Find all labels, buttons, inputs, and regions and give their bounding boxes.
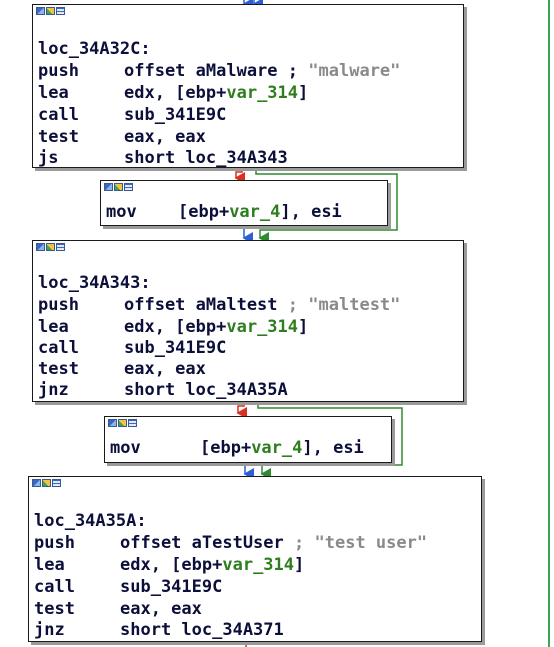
hex-view-icon[interactable] — [56, 7, 65, 15]
instruction-line[interactable]: lea edx, [ebp+var_314] — [38, 316, 459, 338]
instruction-line[interactable]: call sub_341E9C — [38, 337, 459, 359]
edit-chart-icon[interactable] — [118, 419, 127, 427]
instruction-line[interactable]: call sub_341E9C — [34, 576, 477, 598]
block-header — [101, 181, 387, 198]
instruction-line[interactable]: mov [ebp+var_4], esi — [106, 201, 383, 223]
graph-view-icon[interactable] — [32, 479, 41, 487]
instruction-line[interactable]: js short loc_34A343 — [38, 147, 459, 169]
instruction-line[interactable]: test eax, eax — [38, 126, 459, 148]
code-block-mov-2[interactable]: mov [ebp+var_4], esi — [104, 416, 392, 463]
edit-chart-icon[interactable] — [114, 183, 123, 191]
edge-false-2 — [236, 401, 247, 419]
instruction-line[interactable]: mov [ebp+var_4], esi — [110, 437, 387, 459]
edit-chart-icon[interactable] — [46, 7, 55, 15]
hex-view-icon[interactable] — [52, 479, 61, 487]
instruction-line[interactable]: push offset aMaltest ; "maltest" — [38, 294, 459, 316]
instruction-line[interactable]: test eax, eax — [38, 358, 459, 380]
block-label[interactable]: loc_34A35A: — [34, 510, 477, 532]
hex-view-icon[interactable] — [56, 243, 65, 251]
block-header — [33, 5, 463, 22]
block-header — [105, 417, 391, 434]
graph-view-icon[interactable] — [36, 7, 45, 15]
instruction-line[interactable]: jnz short loc_34A35A — [38, 379, 459, 401]
hex-view-icon[interactable] — [128, 419, 137, 427]
block-header — [33, 241, 463, 258]
code-block-loc-34a343[interactable]: loc_34A343: push offset aMaltest ; "malte… — [32, 240, 464, 402]
graph-view-icon[interactable] — [104, 183, 113, 191]
block-label[interactable]: loc_34A343: — [38, 272, 459, 294]
instruction-line[interactable]: push offset aTestUser ; "test user" — [34, 532, 477, 554]
block-label[interactable]: loc_34A32C: — [38, 38, 459, 60]
graph-view-icon[interactable] — [108, 419, 117, 427]
instruction-line[interactable]: call sub_341E9C — [38, 104, 459, 126]
ida-graph-view[interactable]: loc_34A32C: push offset aMalware ; "malwa… — [0, 0, 554, 647]
edit-chart-icon[interactable] — [42, 479, 51, 487]
code-block-loc-34a35a[interactable]: loc_34A35A: push offset aTestUser ; "test… — [28, 476, 482, 642]
code-block-loc-34a32c[interactable]: loc_34A32C: push offset aMalware ; "malwa… — [32, 4, 464, 168]
instruction-line[interactable]: lea edx, [ebp+var_314] — [34, 554, 477, 576]
instruction-line[interactable]: jnz short loc_34A371 — [34, 619, 477, 641]
code-block-mov-1[interactable]: mov [ebp+var_4], esi — [100, 180, 388, 226]
block-header — [29, 477, 481, 494]
hex-view-icon[interactable] — [124, 183, 133, 191]
graph-view-icon[interactable] — [36, 243, 45, 251]
instruction-line[interactable]: lea edx, [ebp+var_314] — [38, 82, 459, 104]
instruction-line[interactable]: push offset aMalware ; "malware" — [38, 60, 459, 82]
edit-chart-icon[interactable] — [46, 243, 55, 251]
instruction-line[interactable]: test eax, eax — [34, 598, 477, 620]
